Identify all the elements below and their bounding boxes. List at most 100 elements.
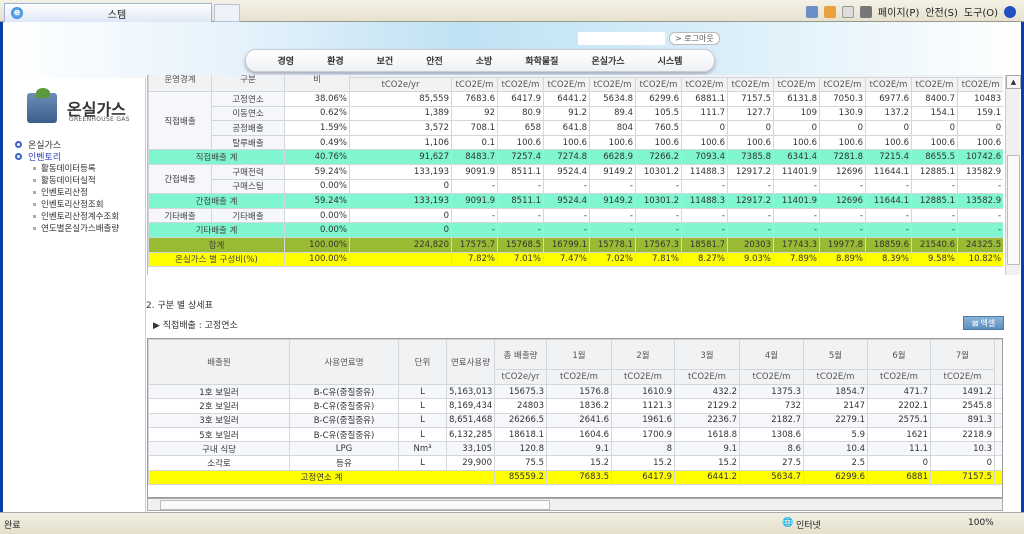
nav-environment[interactable]: 환경: [327, 54, 344, 67]
value-cell: 1,389: [349, 105, 452, 122]
value-cell: 432.2: [674, 383, 740, 400]
text-cell: B-C유(중질중유): [289, 383, 399, 400]
nav-chemicals[interactable]: 화학물질: [525, 54, 558, 67]
value-cell: 17575.7: [451, 236, 498, 253]
scroll-thumb[interactable]: [1007, 155, 1020, 265]
nav-management[interactable]: 경영: [278, 54, 295, 67]
value-cell: 1854.7: [803, 383, 868, 400]
value-cell: 0: [349, 222, 452, 238]
excel-export-button[interactable]: ⊠ 엑셀: [963, 316, 1004, 330]
value-cell: 11644.1: [865, 163, 912, 180]
column-header: 3월: [674, 339, 740, 370]
submenu-activity-register[interactable]: 활동데이터등록: [15, 162, 119, 174]
tools-menu[interactable]: 도구(O): [964, 4, 998, 19]
value-cell: 7093.4: [681, 149, 728, 165]
value-cell: 12917.2: [727, 193, 774, 209]
zoom-level[interactable]: 100%: [968, 518, 994, 528]
row-label: 고정연소: [211, 91, 285, 107]
value-cell: 19977.8: [819, 236, 866, 253]
value-cell: 16799.1: [543, 236, 590, 253]
value-cell: 8.6: [739, 441, 804, 457]
row-label: 합계: [148, 236, 285, 253]
sidebar-item-ghg[interactable]: 온실가스: [15, 138, 119, 151]
value-cell: 109: [773, 105, 820, 122]
value-cell: 2575.1: [867, 412, 931, 428]
new-tab-button[interactable]: [214, 4, 240, 22]
help-icon[interactable]: [1004, 5, 1016, 18]
group-label: 직접배출: [148, 90, 212, 151]
table-row[interactable]: 3호 보일러 B-C유(중질중유) L 8,651,468 26266.5 2641.6 1…: [148, 412, 1002, 428]
submenu-annual-emissions[interactable]: 연도별온실가스배출량: [15, 222, 119, 234]
browser-tab[interactable]: e 스템: [4, 3, 212, 22]
table-row[interactable]: 5호 보일러 B-C유(중질중유) L 6,132,285 18618.1 1604.6 1…: [148, 426, 1002, 443]
nav-safety[interactable]: 안전: [426, 54, 443, 67]
summary-table-scroll: 운영경계 구분 비 tCO2e/yr tCO2E/m tCO2E/m tCO2E/m tCO2…: [147, 75, 1003, 275]
submenu-activity-results[interactable]: 활동데이터실적: [15, 174, 119, 186]
column-header: 비: [284, 75, 350, 92]
value-cell: 6628.9: [589, 149, 636, 165]
submenu-inventory-factor-view[interactable]: 인벤토리산정계수조회: [15, 210, 119, 222]
scroll-thumb[interactable]: [160, 500, 550, 510]
value-cell: 8483.7: [451, 149, 498, 165]
value-cell: 11401.9: [773, 193, 820, 209]
unit-header: tCO2E/m: [497, 77, 544, 92]
row-label: 구매전력: [211, 163, 285, 180]
safety-menu[interactable]: 안전(S): [925, 4, 958, 19]
value-cell: 75.5: [494, 455, 547, 471]
value-cell: -: [589, 178, 636, 195]
print-icon[interactable]: [859, 5, 872, 18]
mail-icon[interactable]: [841, 5, 854, 18]
value-cell: 0: [349, 207, 452, 224]
value-cell: 15675.3: [494, 383, 547, 400]
unit-header: tCO2e/yr: [349, 77, 452, 92]
scroll-up-button[interactable]: ▲: [1006, 75, 1021, 89]
value-cell: -: [451, 178, 498, 195]
value-cell: 1,106: [349, 134, 452, 151]
value-cell: 12885.1: [911, 163, 958, 180]
globe-icon: 🌐: [782, 518, 794, 528]
value-cell: 9.1: [546, 441, 612, 457]
text-cell: 2호 보일러: [148, 398, 290, 414]
value-cell: 89.4: [589, 105, 636, 122]
table-row[interactable]: 1호 보일러 B-C유(중질중유) L 5,163,013 15675.3 1576.8 1…: [148, 383, 1002, 400]
rss-icon[interactable]: [823, 5, 836, 18]
table-row: 직접배출 계 40.76% 91,627 8483.7 7257.4 7274.8 6628…: [148, 149, 1003, 165]
value-cell: 0: [349, 178, 452, 195]
logout-button[interactable]: > 로그아웃: [669, 32, 720, 45]
sidebar-item-inventory[interactable]: 인벤토리: [15, 150, 119, 163]
value-cell: 0: [867, 455, 931, 471]
value-cell: 6417.9: [611, 469, 675, 486]
page-menu[interactable]: 페이지(P): [878, 4, 919, 19]
value-cell: 7281.8: [819, 149, 866, 165]
nav-fire[interactable]: 소방: [476, 54, 493, 67]
nav-health[interactable]: 보건: [377, 54, 394, 67]
value-cell: 92: [451, 105, 498, 122]
value-cell: 6881: [867, 469, 931, 486]
nav-ghg[interactable]: 온실가스: [591, 54, 624, 67]
value-cell: 85,559: [349, 91, 452, 107]
value-cell: -: [727, 222, 774, 238]
value-cell: -: [681, 207, 728, 224]
table-row[interactable]: 2호 보일러 B-C유(중질중유) L 8,169,434 24803 1836.2 112…: [148, 398, 1002, 414]
nav-system[interactable]: 시스템: [658, 54, 683, 67]
submenu-inventory-calc-view[interactable]: 인벤토리산정조회: [15, 198, 119, 210]
value-cell: -: [497, 207, 544, 224]
value-cell: 7157.5: [727, 91, 774, 107]
empty-cell: [994, 455, 1002, 471]
column-header: 사용연료명: [289, 339, 399, 385]
column-header: 구분: [211, 75, 285, 92]
command-bar: 페이지(P) 안전(S) 도구(O): [805, 4, 1016, 19]
horizontal-scrollbar[interactable]: [147, 498, 1003, 511]
table-row[interactable]: 구내 식당 LPG Nm³ 33,105 120.8 9.1 8 9.1 8.6 10.4 11.1…: [148, 441, 1002, 457]
detail-table-scroll: 배출원 사용연료명 단위 연료사용량 총 배출량 1월 2월 3월 4월 5월 6월 7월 tCO2e/…: [147, 338, 1003, 498]
ratio-cell: 59.24%: [284, 163, 350, 180]
value-cell: 2545.8: [930, 398, 995, 414]
submenu-inventory-calc[interactable]: 인벤토리산정: [15, 186, 119, 198]
table-row[interactable]: 소각로 등유 L 29,900 75.5 15.2 15.2 15.2 27.5 2.5 0 0: [148, 455, 1002, 471]
value-cell: 0: [819, 120, 866, 136]
value-cell: 7257.4: [497, 149, 544, 165]
ratio-cell: 100.00%: [284, 236, 350, 253]
home-icon[interactable]: [805, 5, 818, 18]
vertical-scrollbar[interactable]: ▲: [1005, 75, 1021, 275]
unit-header: tCO2E/m: [611, 369, 675, 385]
